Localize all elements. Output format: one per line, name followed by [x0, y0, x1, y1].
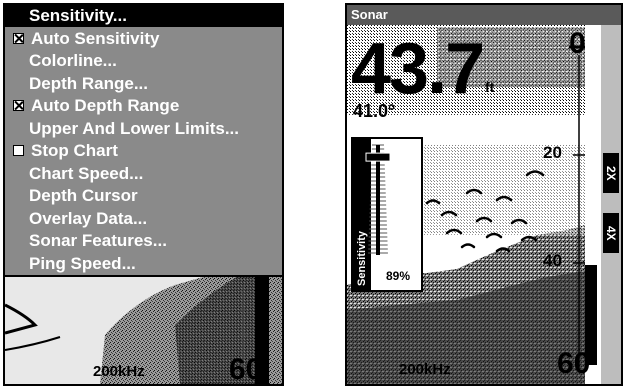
window-title: Sonar	[347, 5, 621, 25]
frequency-label: 200kHz	[93, 363, 145, 380]
menu-item-label: Chart Speed...	[29, 163, 144, 183]
menu-item-label: Depth Cursor	[29, 186, 138, 205]
depth-scale-bottom-right: 60	[557, 347, 591, 380]
sonar-menu: Sensitivity... Auto Sensitivity Colorline.…	[5, 5, 282, 277]
water-temperature: 41.0°	[353, 101, 396, 121]
left-screen: 200kHz 60 Sensitivity... Auto Sensitivity…	[3, 3, 284, 386]
checked-checkbox-icon[interactable]	[13, 32, 24, 44]
menu-item[interactable]: Depth Range...	[5, 73, 282, 95]
frequency-label-right: 200kHz	[399, 361, 451, 378]
left-sonar-chart: 200kHz 60	[5, 275, 282, 384]
menu-item[interactable]: Auto Sensitivity	[5, 28, 282, 50]
menu-item[interactable]: Colorline...	[5, 50, 282, 72]
menu-item-label: Sensitivity...	[29, 6, 127, 25]
menu-item[interactable]: Stop Chart	[5, 140, 282, 162]
menu-item[interactable]: Chart Speed...	[5, 163, 282, 185]
depth-scale-top: 0	[569, 27, 586, 60]
depth-unit: ft	[485, 79, 495, 95]
checked-checkbox-icon[interactable]	[13, 100, 24, 111]
menu-item-label: Ping Speed...	[29, 253, 136, 273]
menu-item[interactable]: Overlay Data...	[5, 208, 282, 230]
sensitivity-value: 89%	[385, 269, 411, 283]
menu-item-label: Depth Range...	[29, 73, 149, 93]
menu-item-label: Colorline...	[29, 51, 117, 70]
depth-scale-40: 40	[543, 251, 562, 270]
menu-item-label: Overlay Data...	[29, 208, 148, 228]
menu-item-label: Upper And Lower Limits...	[29, 118, 239, 138]
menu-item-label: Auto Sensitivity	[31, 28, 160, 48]
menu-item-label: Sonar Features...	[29, 231, 167, 250]
menu-item[interactable]: Upper And Lower Limits...	[5, 118, 282, 140]
right-screen: Sonar 43.7 ft 41.0° 0 20 40 60 200kHz Se…	[345, 3, 623, 386]
zoom-bar: 2X 4X	[601, 25, 621, 384]
zoom-4x-button[interactable]: 4X	[603, 213, 619, 253]
sensitivity-slider[interactable]	[353, 139, 403, 263]
depth-readout: 43.7	[351, 29, 485, 109]
slider-knob[interactable]	[365, 152, 391, 162]
unchecked-checkbox-icon[interactable]	[13, 145, 24, 156]
depth-scale-20: 20	[543, 143, 562, 162]
menu-item-label: Auto Depth Range	[31, 96, 180, 115]
menu-item[interactable]: Sonar Features...	[5, 230, 282, 252]
zoom-2x-button[interactable]: 2X	[603, 153, 619, 193]
menu-item[interactable]: Ping Speed...	[5, 253, 282, 275]
menu-item[interactable]: Auto Depth Range	[5, 95, 282, 117]
sonar-chart: 43.7 ft 41.0° 0 20 40 60 200kHz Sensitiv…	[347, 25, 601, 384]
menu-item-label: Stop Chart	[31, 141, 118, 160]
menu-item[interactable]: Sensitivity...	[5, 5, 282, 27]
depth-scale-bottom: 60	[229, 353, 263, 384]
menu-item[interactable]: Depth Cursor	[5, 185, 282, 207]
sensitivity-panel: Sensitivity 89%	[351, 137, 423, 292]
